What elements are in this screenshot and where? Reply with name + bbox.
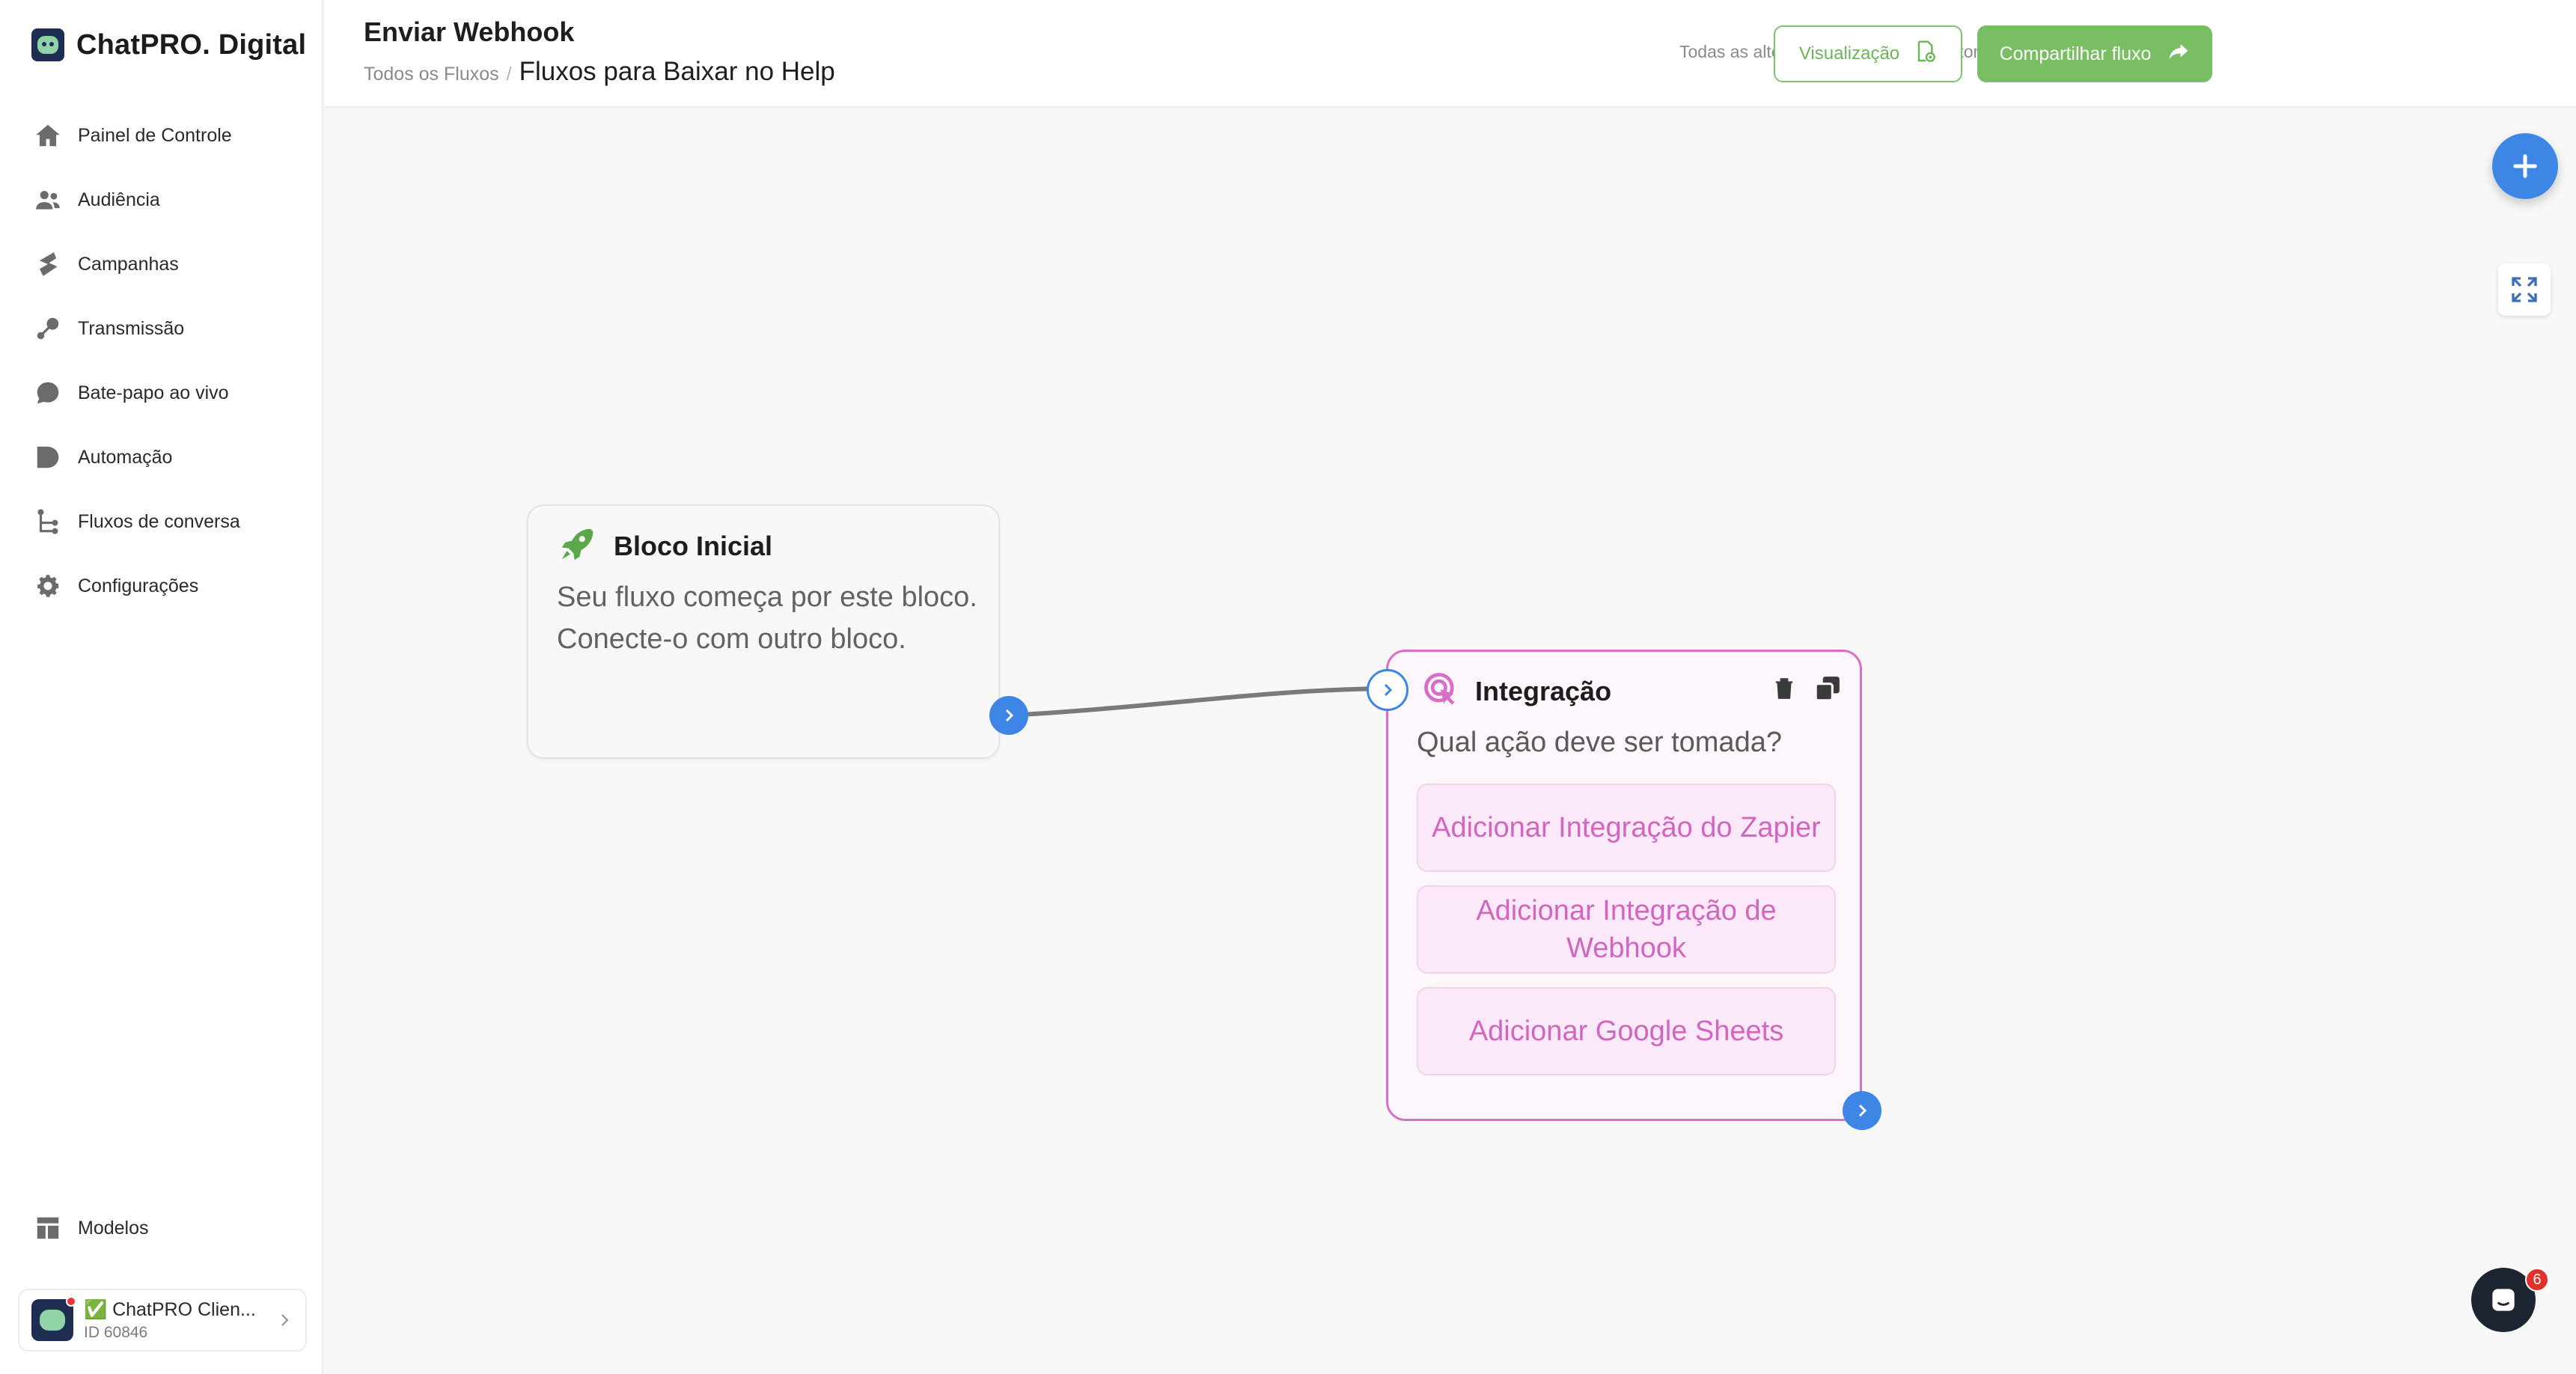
start-block-description: Seu fluxo começa por este bloco. Conecte… — [557, 581, 977, 655]
plus-icon — [2513, 154, 2537, 178]
start-block-title: Bloco Inicial — [614, 530, 773, 561]
integration-block[interactable]: Integração Qual ação deve ser tomada? Ad… — [1386, 650, 1862, 1121]
chevron-right-icon — [1384, 683, 1393, 697]
chat-icon — [2492, 1289, 2515, 1311]
add-block-button[interactable] — [2492, 133, 2558, 199]
rocket-icon — [557, 524, 597, 568]
integration-block-output-port[interactable] — [1843, 1091, 1881, 1130]
start-block-output-port[interactable] — [989, 696, 1028, 735]
chevron-right-icon — [1005, 709, 1014, 722]
integration-block-title: Integração — [1475, 675, 1612, 706]
duplicate-icon[interactable] — [1813, 674, 1842, 706]
chevron-right-icon — [1858, 1104, 1867, 1117]
expand-icon — [2512, 277, 2537, 302]
integration-icon — [1421, 670, 1460, 712]
unread-badge: 6 — [2525, 1268, 2549, 1292]
trash-icon[interactable] — [1771, 674, 1797, 706]
start-block[interactable]: Bloco Inicial Seu fluxo começa por este … — [527, 504, 1000, 759]
webhook-integration-option[interactable]: Adicionar Integração de Webhook — [1417, 885, 1836, 974]
zapier-integration-option[interactable]: Adicionar Integração do Zapier — [1417, 784, 1836, 872]
integration-block-input-port[interactable] — [1367, 669, 1408, 711]
google-sheets-option[interactable]: Adicionar Google Sheets — [1417, 987, 1836, 1075]
integration-question: Qual ação deve ser tomada? — [1417, 727, 1782, 758]
connector-layer — [1008, 686, 1388, 718]
flow-connector[interactable] — [1008, 686, 1388, 718]
fullscreen-button[interactable] — [2498, 263, 2551, 316]
